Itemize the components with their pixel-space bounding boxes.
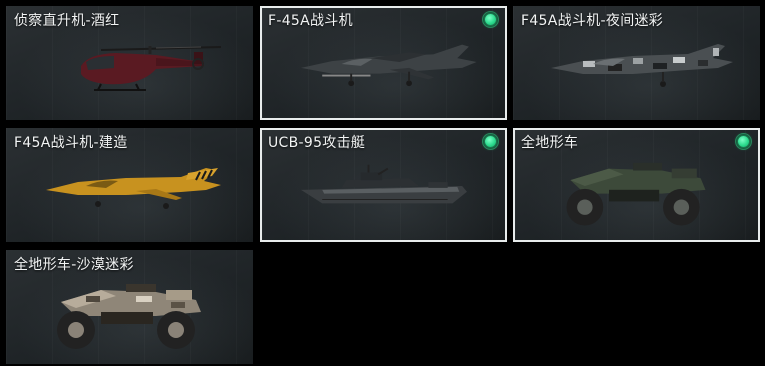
vehicle-card-title: F45A战斗机-建造 [14, 135, 128, 151]
vehicle-card-title: UCB-95攻击艇 [268, 135, 366, 151]
owned-indicator-icon [735, 133, 752, 150]
vehicle-card-f45a-night-camo[interactable]: F45A战斗机-夜间迷彩 [513, 6, 760, 120]
vehicle-skin-grid: 侦察直升机-酒红 F-45A战斗机 F45A战斗机-夜间迷彩 F45A战斗机-建… [0, 0, 765, 366]
vehicle-card-title: 侦察直升机-酒红 [14, 13, 120, 29]
vehicle-card-f45a-build[interactable]: F45A战斗机-建造 [6, 128, 253, 242]
vehicle-card-title: 全地形车-沙漠迷彩 [14, 257, 134, 273]
vehicle-card-title: F45A战斗机-夜间迷彩 [521, 13, 664, 29]
owned-indicator-icon [482, 11, 499, 28]
vehicle-card-atv-desert-camo[interactable]: 全地形车-沙漠迷彩 [6, 250, 253, 364]
owned-indicator-icon [482, 133, 499, 150]
vehicle-card-title: F-45A战斗机 [268, 13, 353, 29]
vehicle-card-ucb95-attack-boat[interactable]: UCB-95攻击艇 [260, 128, 507, 242]
vehicle-card-f45a-fighter[interactable]: F-45A战斗机 [260, 6, 507, 120]
vehicle-card-title: 全地形车 [521, 135, 579, 151]
vehicle-card-atv[interactable]: 全地形车 [513, 128, 760, 242]
vehicle-card-scout-helicopter-wine[interactable]: 侦察直升机-酒红 [6, 6, 253, 120]
